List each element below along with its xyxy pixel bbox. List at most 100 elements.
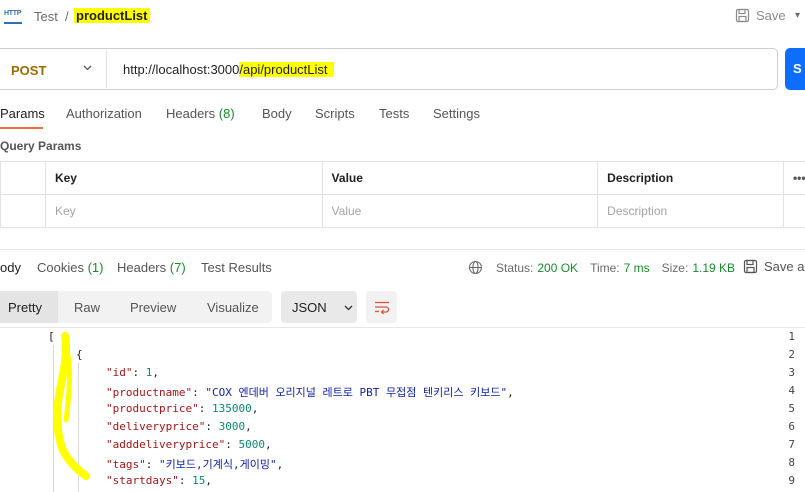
tab-params[interactable]: Params: [0, 106, 45, 121]
indent-guide: [53, 345, 54, 492]
line-number: 5: [788, 402, 795, 415]
query-params-table: Key Value Description ••• Key Value Desc…: [0, 161, 805, 228]
tab-headers-count: (8): [218, 106, 235, 121]
url-path: /api/productList: [239, 62, 334, 77]
line-number: 8: [788, 456, 795, 469]
json-value: 5000: [238, 438, 265, 451]
json-value: "COX 엔데버 오리지널 레트로 PBT 무접점 텐키리스 키보드": [205, 386, 508, 399]
url-bar: [0, 48, 778, 90]
send-button[interactable]: S: [785, 48, 805, 90]
query-params-title: Query Params: [0, 139, 82, 153]
key-input[interactable]: Key: [44, 194, 323, 228]
code-line: "tags": "키보드,기계식,게이밍",: [106, 458, 284, 471]
chevron-down-icon[interactable]: [82, 62, 93, 76]
tab-response-body[interactable]: ody: [0, 260, 21, 275]
view-mode-visualize[interactable]: Visualize: [207, 300, 259, 315]
globe-icon[interactable]: [468, 260, 483, 275]
code-line: "productprice": 135000,: [106, 402, 259, 415]
json-value: "키보드,기계식,게이밍": [159, 458, 277, 471]
wrap-lines-icon: [374, 301, 389, 315]
save-label: Save: [756, 8, 786, 23]
code-top-border: [0, 327, 805, 328]
breadcrumb-collection[interactable]: Test: [34, 9, 58, 24]
tab-body[interactable]: Body: [262, 106, 292, 121]
size-label: Size:: [661, 260, 689, 275]
line-number: 6: [788, 420, 795, 433]
save-options-chevron-icon[interactable]: ▾: [795, 10, 800, 21]
value-input[interactable]: Value: [321, 194, 599, 228]
view-mode-pretty[interactable]: Pretty: [8, 300, 42, 315]
code-line: "adddeliveryprice": 5000,: [106, 438, 272, 451]
json-key: "id": [106, 366, 133, 379]
tab-response-headers-count: (7): [169, 260, 186, 275]
tab-tests[interactable]: Tests: [379, 106, 409, 121]
save-icon: [735, 8, 750, 23]
tab-scripts[interactable]: Scripts: [315, 106, 355, 121]
view-mode-raw[interactable]: Raw: [74, 300, 100, 315]
chevron-down-icon: [344, 305, 353, 310]
json-key: "productprice": [106, 402, 199, 415]
tab-authorization[interactable]: Authorization: [66, 106, 142, 121]
tab-cookies-count: (1): [87, 260, 104, 275]
tab-cookies[interactable]: Cookies (1): [37, 260, 103, 275]
tab-settings[interactable]: Settings: [433, 106, 480, 121]
time-label: Time:: [590, 260, 620, 275]
time-value[interactable]: 7 ms: [624, 261, 650, 275]
status-label: Status:: [496, 260, 534, 275]
tab-cookies-label: Cookies: [37, 260, 84, 275]
code-line: "id": 1,: [106, 366, 159, 379]
json-value: 3000: [218, 420, 246, 433]
code-line: [: [48, 330, 55, 343]
method-divider: [106, 50, 107, 88]
view-mode-preview[interactable]: Preview: [130, 300, 176, 315]
json-value: 15: [192, 474, 206, 487]
line-number: 3: [788, 366, 795, 379]
table-row: Key Value Description: [0, 194, 805, 228]
json-key: "startdays": [106, 474, 179, 487]
code-line: {: [76, 348, 83, 361]
url-input[interactable]: http://localhost:3000/api/productList: [123, 62, 334, 77]
line-number: 2: [788, 348, 795, 361]
tab-response-headers[interactable]: Headers (7): [117, 260, 186, 275]
breadcrumb-separator: /: [65, 9, 69, 24]
table-header-row: Key Value Description •••: [0, 161, 805, 195]
json-value: 135000: [211, 402, 252, 415]
save-button[interactable]: Save: [735, 8, 786, 23]
line-number: 7: [788, 438, 795, 451]
size-value[interactable]: 1.19 KB: [692, 261, 735, 275]
line-number: 4: [788, 384, 795, 397]
json-value: 1: [145, 366, 153, 379]
json-key: "deliveryprice": [106, 420, 206, 433]
tab-response-headers-label: Headers: [117, 260, 167, 275]
column-key: Key: [44, 161, 323, 195]
url-base: http://localhost:3000: [123, 62, 240, 77]
tab-headers-label: Headers: [166, 106, 216, 121]
wrap-lines-button[interactable]: [366, 291, 397, 323]
tab-test-results[interactable]: Test Results: [201, 260, 272, 275]
save-icon: [743, 259, 758, 274]
save-as-label: Save as: [764, 259, 805, 274]
more-options-icon[interactable]: •••: [782, 161, 805, 195]
line-number: 9: [788, 474, 795, 487]
indent-guide: [78, 363, 79, 492]
column-value: Value: [321, 161, 599, 195]
column-description: Description: [597, 161, 784, 195]
line-number: 1: [788, 330, 795, 343]
format-select[interactable]: JSON: [281, 291, 357, 323]
row-checkbox[interactable]: [0, 194, 46, 228]
tab-headers[interactable]: Headers (8): [166, 106, 235, 121]
json-key: "productname": [106, 386, 193, 399]
json-key: "tags": [106, 458, 146, 471]
format-label: JSON: [292, 299, 327, 315]
http-request-icon: HTTP: [4, 8, 22, 24]
description-input[interactable]: Description: [597, 194, 784, 228]
method-select[interactable]: POST: [11, 63, 46, 78]
request-name[interactable]: productList: [74, 8, 150, 23]
row-actions: [782, 194, 805, 228]
pane-divider[interactable]: [0, 249, 805, 250]
checkbox-column: [0, 161, 46, 195]
save-response-button[interactable]: Save as: [743, 259, 805, 274]
code-line: "productname": "COX 엔데버 오리지널 레트로 PBT 무접점…: [106, 386, 514, 399]
status-value[interactable]: 200 OK: [537, 261, 578, 275]
code-line: "startdays": 15,: [106, 474, 212, 487]
